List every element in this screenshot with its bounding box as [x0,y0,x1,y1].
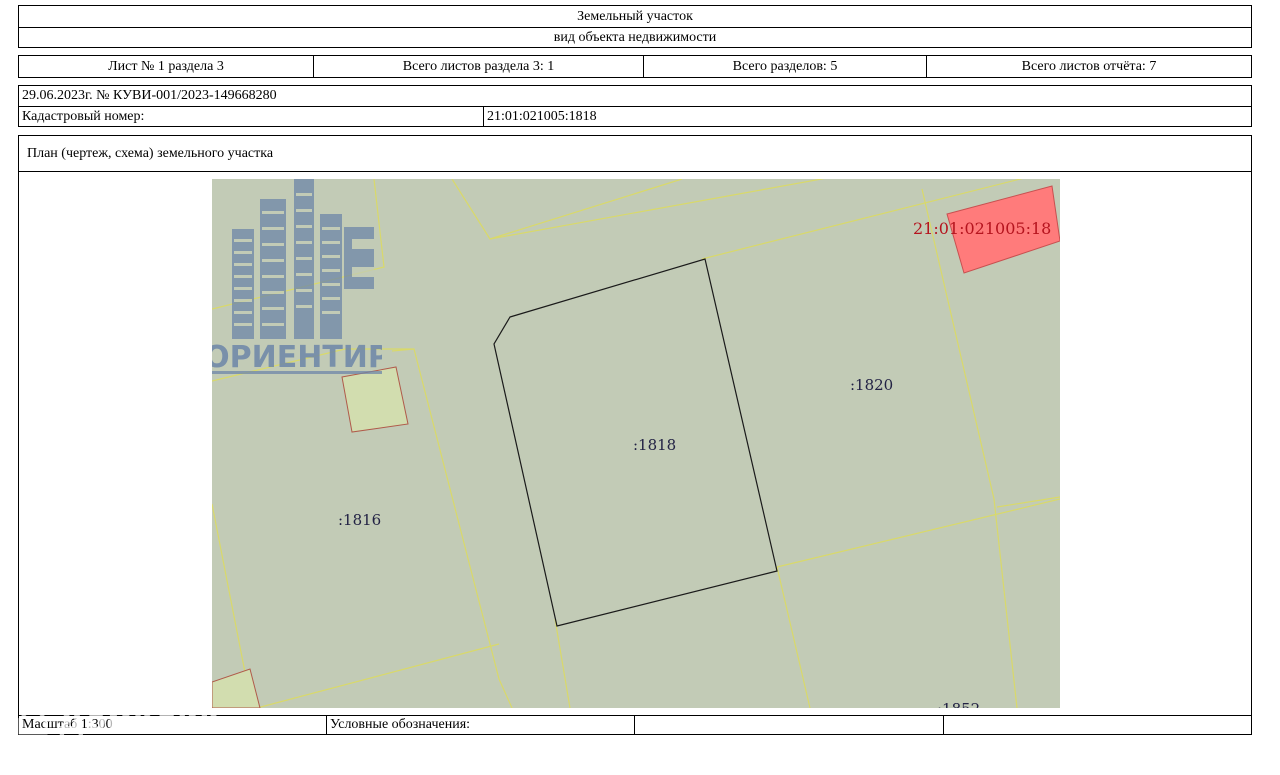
red-parcel-label: 21:01:021005:18 [913,219,1052,238]
request-box: 29.06.2023г. № КУВИ-001/2023-149668280 К… [18,85,1252,127]
cadastral-number: 21:01:021005:1818 [487,108,597,124]
request-date-number: 29.06.2023г. № КУВИ-001/2023-149668280 [22,88,277,103]
report-sheets: Всего листов отчёта: 7 [1021,58,1157,74]
legend-label: Условные обозначения: [330,717,471,732]
section-sheets: Всего листов раздела 3: 1 [402,58,555,74]
parcel-label-1820: :1820 [850,376,894,394]
domclick-watermark: Домклик [16,700,286,740]
plan-title-divider [19,171,1251,172]
header-box: Земельный участок вид объекта недвижимос… [18,5,1252,48]
footer-divider-2 [634,716,635,734]
plan-title: План (чертеж, схема) земельного участка [27,145,274,161]
domclick-wordmark: Домклик [58,702,221,738]
footer-divider-3 [943,716,944,734]
sections-total: Всего разделов: 5 [732,58,838,74]
orientir-wordmark: ОРИЕНТИР [212,340,382,375]
parcel-label-1852: :1852 [937,700,980,708]
domclick-logo-icon [18,704,48,735]
sheet-info-row: Лист № 1 раздела 3 Всего листов раздела … [18,55,1252,78]
parcel-label-1816: :1816 [338,511,382,529]
sheet-number: Лист № 1 раздела 3 [108,58,224,74]
orientir-logo-icon: ОРИЕНТИР [212,179,382,375]
object-type: вид объекта недвижимости [553,29,717,45]
cadastral-label: Кадастровый номер: [22,108,145,124]
object-title: Земельный участок [577,8,693,24]
cadastral-map[interactable]: ОРИЕНТИР :1818 :1820 :1816 :1852 21:01:0… [212,179,1060,708]
parcel-label-1818: :1818 [633,436,677,454]
